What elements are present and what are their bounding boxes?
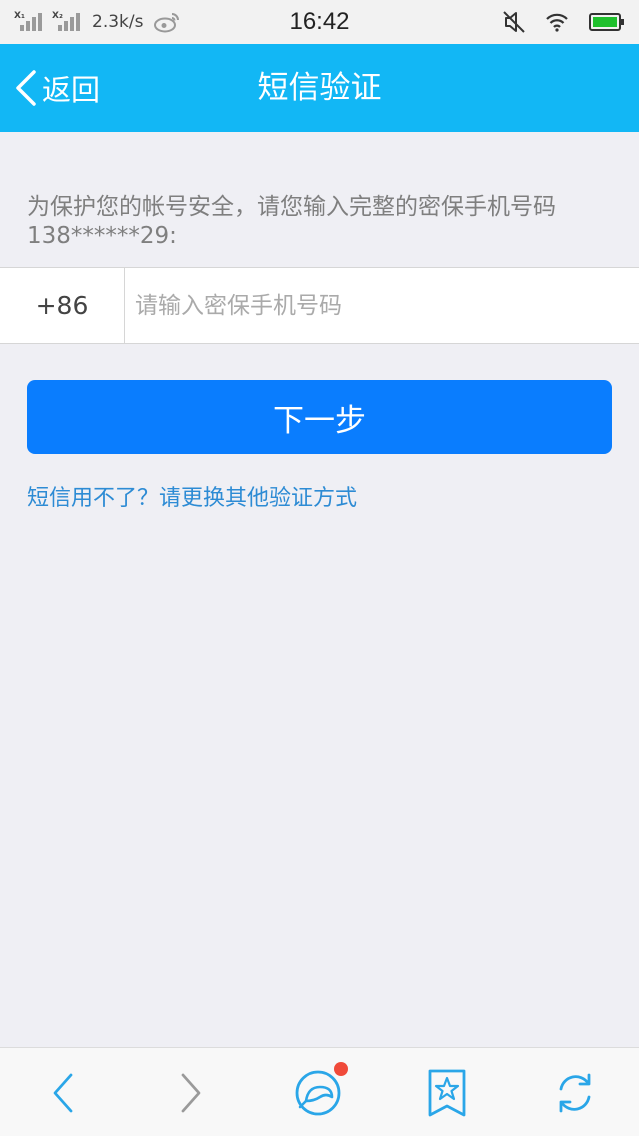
- mute-icon: [503, 11, 525, 33]
- qq-chat-button[interactable]: [280, 1048, 360, 1136]
- back-icon: [53, 1073, 73, 1112]
- wifi-icon: [546, 13, 568, 32]
- battery-icon: [589, 13, 624, 31]
- status-right: [503, 0, 625, 44]
- country-code-selector[interactable]: +86: [0, 268, 125, 343]
- nav-bar: 返回 短信验证: [0, 44, 639, 132]
- bookmark-button[interactable]: [407, 1048, 487, 1136]
- refresh-icon: [559, 1073, 591, 1112]
- phone-row: +86: [0, 267, 639, 344]
- status-bar: X₁ X₂ 2.3k/s 16:42: [0, 0, 639, 44]
- notification-dot: [334, 1062, 348, 1076]
- security-hint: 为保护您的帐号安全，请您输入完整的密保手机号码138******29:: [27, 194, 556, 249]
- phone-number-input[interactable]: [126, 268, 639, 343]
- browser-forward-button[interactable]: [150, 1048, 230, 1136]
- refresh-button[interactable]: [535, 1048, 615, 1136]
- back-label: 返回: [42, 73, 101, 107]
- browser-back-button[interactable]: [24, 1048, 104, 1136]
- alternate-verification-link[interactable]: 短信用不了？请更换其他验证方式: [27, 480, 357, 512]
- forward-icon: [181, 1073, 201, 1112]
- next-step-button[interactable]: 下一步: [27, 380, 612, 454]
- chevron-left-icon: [16, 70, 36, 106]
- back-button[interactable]: 返回: [12, 44, 100, 132]
- bookmark-star-icon: [428, 1069, 466, 1116]
- bottom-toolbar: [0, 1047, 639, 1136]
